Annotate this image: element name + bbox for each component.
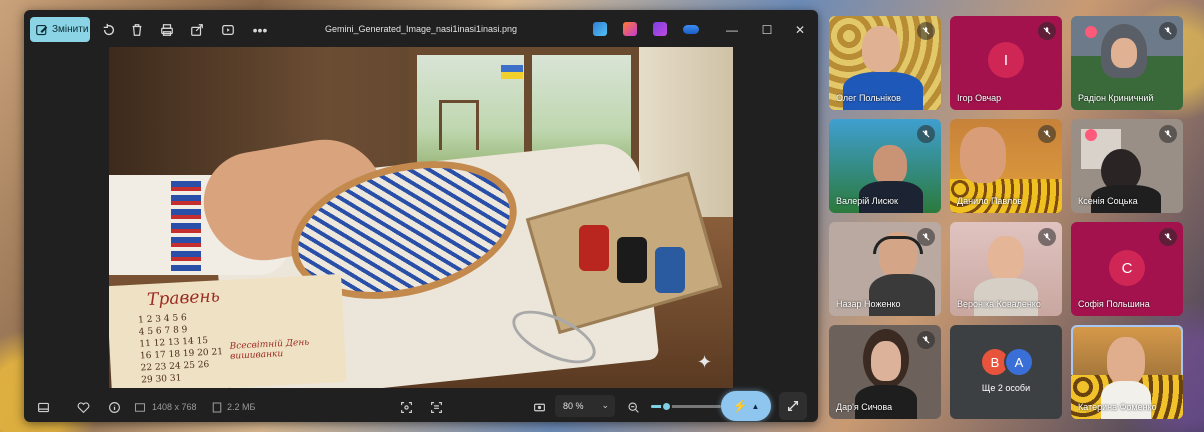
participant-name: Ігор Овчар (957, 93, 1002, 103)
zoom-slider-knob[interactable] (661, 401, 673, 412)
muted-mic-icon (1038, 22, 1056, 40)
participant-tile[interactable]: Валерій Лисюк (829, 119, 941, 213)
muted-mic-icon (1038, 125, 1056, 143)
maximize-button[interactable]: ☐ (757, 20, 777, 40)
participant-name: Ксенія Соцька (1078, 196, 1138, 206)
muted-mic-icon (917, 331, 935, 349)
image-size-icon (134, 399, 146, 415)
visual-search-icon[interactable] (398, 399, 414, 415)
muted-mic-icon (1159, 22, 1177, 40)
participant-name: Валерій Лисюк (836, 196, 898, 206)
caret-up-icon: ▲ (751, 401, 760, 411)
zoom-out-icon[interactable] (625, 399, 641, 415)
ukraine-flag (501, 65, 523, 79)
chevron-down-icon: ⌄ (601, 400, 609, 410)
filmstrip-icon[interactable] (35, 399, 51, 415)
designer-app-icon[interactable] (623, 22, 637, 36)
participant-name: Данило Павлов (957, 196, 1023, 206)
favorite-icon[interactable] (75, 399, 91, 415)
close-button[interactable]: ✕ (790, 20, 810, 40)
participant-tile[interactable]: I Ігор Овчар (950, 16, 1062, 110)
more-participants-tile[interactable]: В А Ще 2 особи (950, 325, 1062, 419)
minimize-button[interactable]: — (722, 20, 742, 40)
onedrive-icon[interactable] (683, 25, 699, 34)
file-size: 2.2 МБ (227, 402, 256, 412)
avatar: I (988, 42, 1024, 78)
image-dimensions: 1408 x 768 (152, 402, 197, 412)
avatar: С (1109, 250, 1145, 286)
self-view-tile[interactable]: Катерина Фоменко (1071, 325, 1183, 419)
displayed-image[interactable]: Травень 1 2 3 4 5 6 4 5 6 7 8 9 11 12 13… (109, 47, 733, 388)
calendar-title: Травень (146, 286, 221, 311)
participant-name: Вероніка Коваленко (957, 299, 1041, 309)
muted-mic-icon (1159, 228, 1177, 246)
participant-tile[interactable]: Дар'я Сичова (829, 325, 941, 419)
participant-name: Олег Польніков (836, 93, 901, 103)
file-size-icon (211, 399, 223, 415)
red-spool (579, 225, 609, 271)
ai-tools-button[interactable]: ⚡ ▲ (721, 391, 771, 421)
clipchamp-app-icon[interactable] (653, 22, 667, 36)
sleeve-ornament (171, 181, 201, 271)
info-icon[interactable] (106, 399, 122, 415)
black-spool (617, 237, 647, 283)
sparkle-wand-icon: ⚡ (732, 399, 748, 413)
zoom-level-select[interactable]: 80 % ⌄ (555, 395, 615, 417)
photos-app-icon[interactable] (593, 22, 607, 36)
participant-tile[interactable]: Радіон Криничний (1071, 16, 1183, 110)
avatar: А (1004, 347, 1034, 377)
calendar-page: Травень 1 2 3 4 5 6 4 5 6 7 8 9 11 12 13… (109, 273, 347, 388)
zoom-level: 80 % (563, 401, 584, 411)
blue-spool (655, 247, 685, 293)
calendar-note: Всесвітній День вишиванки (229, 337, 310, 362)
participant-tile[interactable]: Данило Павлов (950, 119, 1062, 213)
text-extract-icon[interactable] (428, 399, 444, 415)
heart-reaction-icon (1085, 129, 1097, 141)
actual-size-icon[interactable] (531, 399, 547, 415)
muted-mic-icon (1038, 228, 1056, 246)
participant-name: Софія Польшина (1078, 299, 1150, 309)
participant-name: Назар Ноженко (836, 299, 901, 309)
zoom-slider[interactable] (651, 401, 721, 412)
participant-tile[interactable]: Вероніка Коваленко (950, 222, 1062, 316)
participant-tile[interactable]: С Софія Польшина (1071, 222, 1183, 316)
participant-tile[interactable]: Назар Ноженко (829, 222, 941, 316)
muted-mic-icon (917, 228, 935, 246)
participant-tile[interactable]: Ксенія Соцька (1071, 119, 1183, 213)
expand-icon (787, 400, 799, 412)
sparkle-icon: ✦ (697, 352, 713, 372)
participant-name: Радіон Криничний (1078, 93, 1154, 103)
photo-viewer-window: Змінити ••• Gemini_Generated_Image_nasi1… (24, 10, 818, 422)
fullscreen-button[interactable] (779, 392, 807, 420)
participant-tile[interactable]: Олег Польніков (829, 16, 941, 110)
heart-reaction-icon (1085, 26, 1097, 38)
viewer-toolbar: Змінити ••• Gemini_Generated_Image_nasi1… (24, 10, 818, 50)
muted-mic-icon (917, 22, 935, 40)
more-participants-label: Ще 2 особи (981, 383, 1031, 393)
viewer-bottom-bar: 1408 x 768 2.2 МБ 80 % ⌄ ⚡ ▲ (24, 391, 818, 422)
muted-mic-icon (917, 125, 935, 143)
participant-name: Дар'я Сичова (836, 402, 893, 412)
participant-name: Катерина Фоменко (1078, 402, 1157, 412)
muted-mic-icon (1159, 125, 1177, 143)
